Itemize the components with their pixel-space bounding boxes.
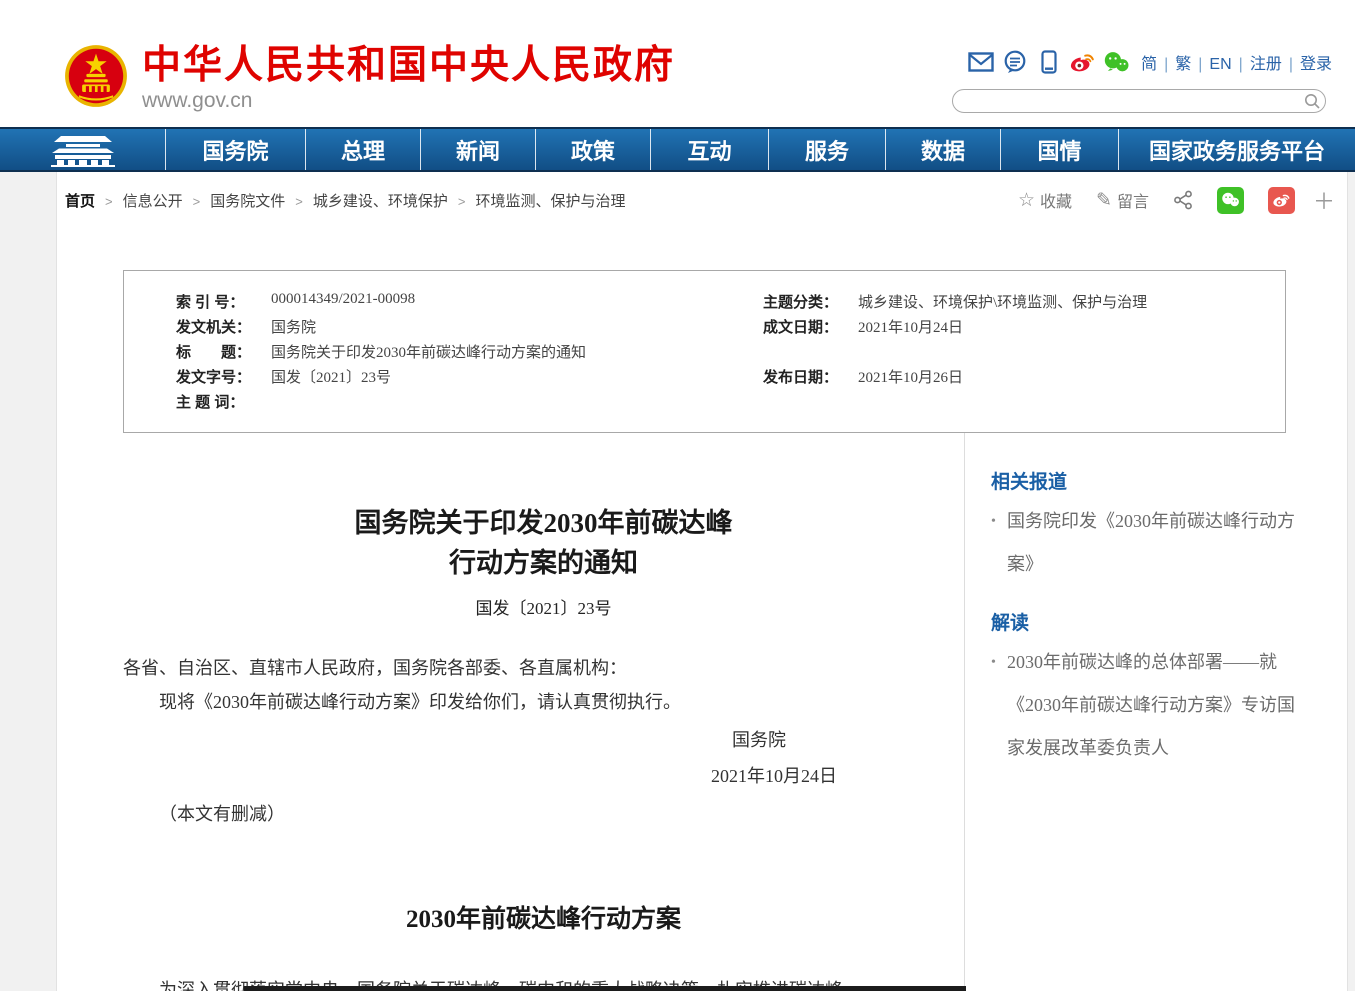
meta-label-category: 主题分类： [763,291,858,312]
related-reports-list: •国务院印发《2030年前碳达峰行动方案》 [991,500,1295,586]
nav-item-national-conditions[interactable]: 国情 [1000,129,1118,170]
related-reports-heading: 相关报道 [991,467,1295,494]
meta-value-issuing-org: 国务院 [271,316,316,337]
brand-link[interactable]: 中华人民共和国中央人民政府 www.gov.cn [64,44,675,113]
meta-value-index: 000014349/2021-00098 [271,291,415,308]
document-meta-box: 索 引 号：000014349/2021-00098 发文机关：国务院 标 题：… [123,270,1286,433]
content-card: 首页>信息公开>国务院文件>城乡建设、环境保护>环境监测、保护与治理 ☆ 收藏 … [56,172,1348,991]
login-link[interactable]: 登录 [1300,56,1332,73]
nav-item-gov-service-platform[interactable]: 国家政务服务平台 [1118,129,1355,170]
interpretation-link[interactable]: •2030年前碳达峰的总体部署——就《2030年前碳达峰行动方案》专访国家发展改… [991,641,1295,770]
share-wechat-button[interactable] [1217,187,1244,214]
signature-date: 2021年10月24日 [123,759,964,793]
share-weibo-button[interactable] [1268,187,1295,214]
search-icon[interactable] [1299,90,1325,112]
weibo-icon[interactable] [1069,50,1096,74]
meta-label-issuing-org: 发文机关： [176,316,271,337]
abridgment-note: （本文有删减） [123,797,964,831]
breadcrumb-info-disclosure[interactable]: 信息公开 [123,193,183,210]
bullet-icon: • [991,641,996,684]
breadcrumb-urban-env[interactable]: 城乡建设、环境保护 [313,193,448,210]
national-emblem-icon [64,44,128,108]
nav-item-services[interactable]: 服务 [768,129,885,170]
more-share-button[interactable]: ＋ [1313,184,1335,216]
lang-english[interactable]: EN [1209,56,1231,73]
message-icon[interactable] [1001,50,1028,74]
share-button[interactable] [1173,190,1193,210]
document-title: 国务院关于印发2030年前碳达峰行动方案的通知 [123,503,964,583]
search-input[interactable] [953,91,1299,111]
star-icon: ☆ [1018,189,1035,212]
interpretation-heading: 解读 [991,608,1295,635]
meta-value-category: 城乡建设、环境保护\环境监测、保护与治理 [858,291,1147,312]
meta-label-index: 索 引 号： [176,291,271,312]
meta-value-publish-date: 2021年10月26日 [858,366,963,387]
breadcrumb-env-monitoring[interactable]: 环境监测、保护与治理 [475,193,625,210]
lang-links: 简|繁|EN|注册|登录 [1141,50,1332,74]
document-body: 国务院关于印发2030年前碳达峰行动方案的通知 国发〔2021〕23号 各省、自… [57,433,965,991]
pencil-icon: ✎ [1096,189,1112,212]
meta-value-written-date: 2021年10月24日 [858,316,963,337]
meta-value-doc-number: 国发〔2021〕23号 [271,366,391,387]
bullet-icon: • [991,500,996,543]
nav-item-policy[interactable]: 政策 [535,129,650,170]
wechat-share-icon [1221,192,1240,208]
breadcrumb: 首页>信息公开>国务院文件>城乡建设、环境保护>环境监测、保护与治理 [65,190,625,211]
favorite-button[interactable]: ☆ 收藏 [1018,188,1072,212]
nav-item-news[interactable]: 新闻 [420,129,535,170]
lang-simplified[interactable]: 简 [1141,56,1157,73]
meta-label-doc-number: 发文字号： [176,366,271,387]
sidebar: 相关报道 •国务院印发《2030年前碳达峰行动方案》 解读 •2030年前碳达峰… [965,433,1347,991]
signature-org: 国务院 [123,723,964,757]
nav-item-interaction[interactable]: 互动 [650,129,768,170]
favorite-label: 收藏 [1040,188,1072,212]
breadcrumb-home[interactable]: 首页 [65,193,95,210]
meta-value-title: 国务院关于印发2030年前碳达峰行动方案的通知 [271,341,586,362]
page-background: 首页>信息公开>国务院文件>城乡建设、环境保护>环境监测、保护与治理 ☆ 收藏 … [0,172,1355,991]
meta-left-column: 索 引 号：000014349/2021-00098 发文机关：国务院 标 题：… [176,291,763,416]
site-header: 中华人民共和国中央人民政府 www.gov.cn 简|繁|EN|注册|登录 [0,0,1355,127]
meta-label-subject-words: 主 题 词： [176,391,271,412]
lang-traditional[interactable]: 繁 [1175,56,1191,73]
meta-right-column: 主题分类：城乡建设、环境保护\环境监测、保护与治理 成文日期：2021年10月2… [763,291,1285,416]
interpretation-list: •2030年前碳达峰的总体部署——就《2030年前碳达峰行动方案》专访国家发展改… [991,641,1295,770]
meta-label-title: 标 题： [176,341,271,362]
site-title: 中华人民共和国中央人民政府 [142,44,675,88]
nav-home-tiananmen-icon[interactable] [0,129,165,170]
mail-icon[interactable] [967,50,994,74]
clipped-next-line [244,986,966,991]
search-box [952,89,1326,113]
body-paragraph: 现将《2030年前碳达峰行动方案》印发给你们，请认真贯彻执行。 [123,685,964,719]
main-nav: 国务院 总理 新闻 政策 互动 服务 数据 国情 国家政务服务平台 [0,127,1355,172]
related-report-link[interactable]: •国务院印发《2030年前碳达峰行动方案》 [991,500,1295,586]
breadcrumb-state-council-docs[interactable]: 国务院文件 [210,193,285,210]
nav-item-data[interactable]: 数据 [885,129,1000,170]
share-icon [1173,190,1193,210]
breadcrumb-row: 首页>信息公开>国务院文件>城乡建设、环境保护>环境监测、保护与治理 ☆ 收藏 … [57,172,1347,228]
nav-item-premier[interactable]: 总理 [305,129,420,170]
site-url: www.gov.cn [142,89,675,113]
nav-item-state-council[interactable]: 国务院 [165,129,305,170]
weibo-share-icon [1272,192,1291,208]
page-tools: ☆ 收藏 ✎ 留言 ＋ [994,184,1335,216]
wechat-icon[interactable] [1103,50,1130,74]
comment-label: 留言 [1117,188,1149,212]
register-link[interactable]: 注册 [1250,56,1282,73]
comment-button[interactable]: ✎ 留言 [1096,188,1149,212]
plan-section-title: 2030年前碳达峰行动方案 [123,899,964,935]
meta-label-publish-date: 发布日期： [763,366,858,387]
meta-label-written-date: 成文日期： [763,316,858,337]
mobile-icon[interactable] [1035,50,1062,74]
document-number: 国发〔2021〕23号 [123,594,964,619]
salutation-paragraph: 各省、自治区、直辖市人民政府，国务院各部委、各直属机构： [123,651,964,685]
